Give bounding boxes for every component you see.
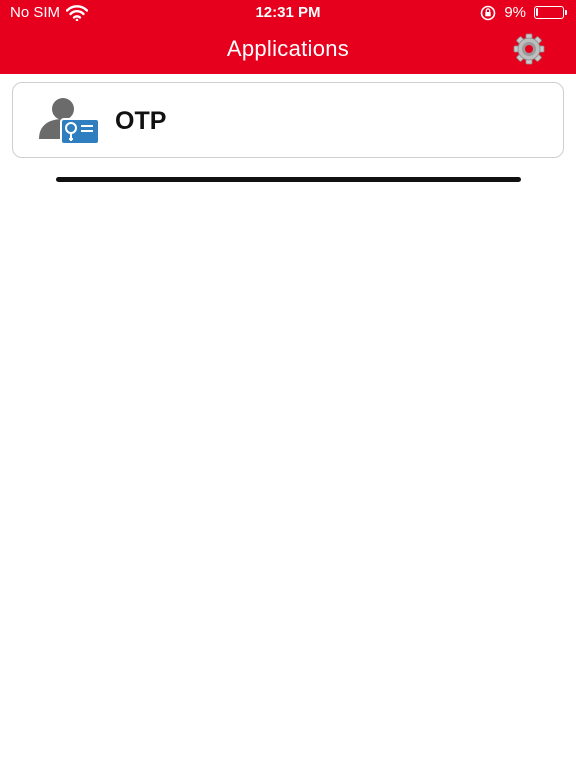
applications-screen: No SIM 12:31 PM 9% Applications OTP — [0, 0, 576, 768]
page-title: Applications — [226, 36, 350, 61]
gear-icon[interactable] — [510, 33, 548, 65]
divider — [56, 177, 521, 182]
battery-icon — [534, 6, 567, 19]
top-bar: No SIM 12:31 PM 9% Applications — [0, 0, 576, 74]
status-right-group: 9% — [480, 4, 567, 21]
battery-level — [536, 8, 538, 16]
battery-percent: 9% — [504, 4, 526, 21]
status-bar: No SIM 12:31 PM 9% — [0, 0, 576, 26]
app-item-otp[interactable]: OTP — [12, 82, 564, 158]
user-badge-icon — [39, 98, 100, 145]
app-item-label: OTP — [115, 107, 167, 135]
orientation-lock-icon — [481, 5, 496, 20]
